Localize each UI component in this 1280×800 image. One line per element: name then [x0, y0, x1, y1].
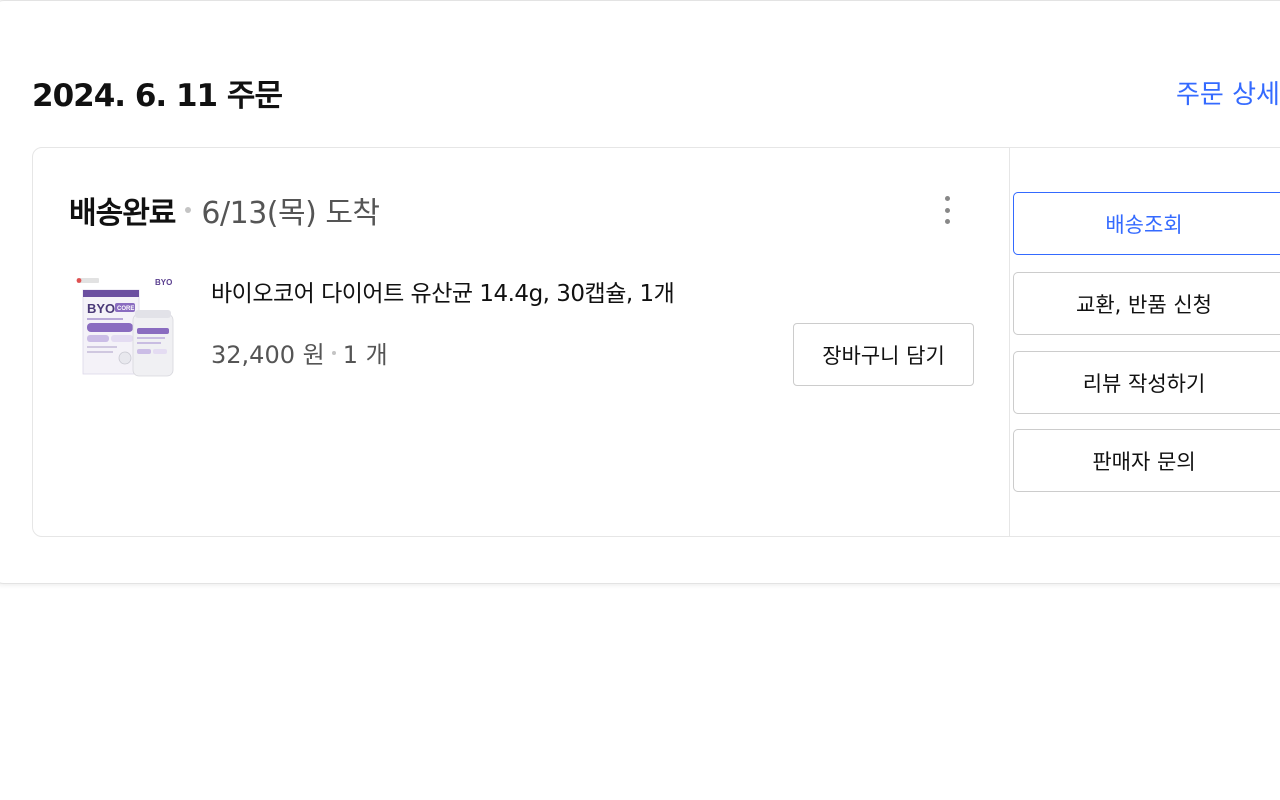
arrival-date: 6/13(목) 도착 — [201, 196, 380, 231]
more-dot — [944, 219, 950, 224]
separator-dot — [185, 207, 192, 213]
write-review-button[interactable]: 리뷰 작성하기 — [1013, 351, 1280, 414]
product-brand-sub: CORE — [117, 306, 134, 312]
order-detail-link[interactable]: 주문 상세보기 — [1176, 74, 1280, 111]
exchange-return-button[interactable]: 교환, 반품 신청 — [1013, 272, 1280, 335]
seller-inquiry-button[interactable]: 판매자 문의 — [1013, 429, 1280, 492]
order-date-title: 2024. 6. 11 주문 — [32, 78, 283, 114]
shipment-status-line: 배송완료 6/13(목) 도착 — [69, 188, 380, 232]
card-divider — [1009, 148, 1010, 536]
product-image[interactable]: BYO BYO CORE — [73, 274, 183, 382]
more-options-icon[interactable] — [937, 193, 957, 227]
delivery-status: 배송완료 — [69, 196, 176, 231]
track-delivery-button[interactable]: 배송조회 — [1013, 192, 1280, 255]
add-to-cart-button[interactable]: 장바구니 담기 — [793, 323, 974, 386]
product-brand-text: BYO — [87, 301, 115, 316]
product-price: 32,400 원 — [211, 341, 325, 369]
more-dot — [944, 207, 950, 213]
product-quantity: 1 개 — [342, 341, 388, 369]
price-line: 32,400 원 1 개 — [211, 335, 388, 370]
product-name[interactable]: 바이오코어 다이어트 유산균 14.4g, 30캡슐, 1개 — [211, 274, 675, 308]
more-dot — [944, 196, 950, 201]
separator-dot — [331, 350, 336, 355]
product-brand-mark: BYO — [155, 278, 172, 287]
